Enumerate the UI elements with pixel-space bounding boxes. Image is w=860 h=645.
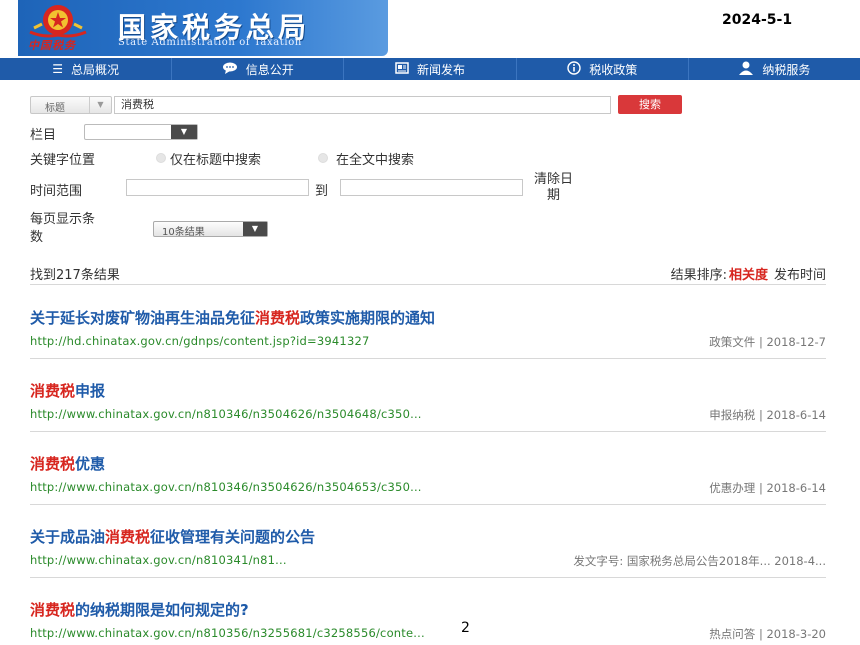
result-title-highlight: 消费税 [30, 601, 76, 619]
chat-icon [222, 62, 238, 77]
result-meta: 优惠办理 | 2018-6-14 [709, 481, 826, 495]
column-select[interactable]: ▼ [84, 124, 198, 140]
search-result: 关于延长对废矿物油再生油品免征消费税政策实施期限的通知 http://hd.ch… [30, 307, 826, 349]
result-title-highlight: 消费税 [30, 455, 76, 473]
result-url[interactable]: http://www.chinatax.gov.cn/n810346/n3504… [30, 480, 422, 494]
end-date-input[interactable] [340, 179, 523, 196]
search-bar: 标题 ▼ 消费税 搜索 [30, 95, 685, 115]
result-title-post: 征收管理有关问题的公告 [150, 528, 316, 546]
radio-fulltext-label: 在全文中搜索 [336, 153, 415, 168]
divider [30, 431, 826, 432]
divider [30, 504, 826, 505]
result-title-post: 的纳税期限是如何规定的? [75, 601, 249, 619]
search-result: 消费税申报 http://www.chinatax.gov.cn/n810346… [30, 380, 826, 422]
result-title-highlight: 消费税 [105, 528, 151, 546]
nav-item-label: 总局概况 [70, 62, 119, 77]
to-label: 到 [315, 184, 329, 199]
result-url[interactable]: http://www.chinatax.gov.cn/n810341/n81..… [30, 553, 287, 567]
result-title-link[interactable]: 消费税的纳税期限是如何规定的? [30, 599, 826, 620]
menu-icon: ☰ [52, 62, 63, 76]
date-label: 2024-5-1 [722, 12, 793, 28]
main-nav: ☰ 总局概况 信息公开 新闻发布 税收政策 纳税服务 [0, 58, 860, 80]
radio-title-only[interactable] [156, 153, 166, 163]
info-icon [567, 60, 581, 78]
document-icon [395, 61, 409, 77]
sort-date-link[interactable]: 发布时间 [774, 268, 826, 283]
result-title-post: 政策实施期限的通知 [300, 309, 436, 327]
search-input[interactable]: 消费税 [114, 96, 611, 114]
sort-label: 结果排序: [670, 268, 727, 283]
clear-date-button[interactable]: 清除日 期 [534, 172, 573, 204]
keyword-position-label: 关键字位置 [30, 153, 96, 168]
result-title-link[interactable]: 关于延长对废矿物油再生油品免征消费税政策实施期限的通知 [30, 307, 826, 328]
result-count: 找到217条结果 [30, 268, 120, 283]
brand-mark: 中国税务 [28, 39, 76, 52]
result-url[interactable]: http://hd.chinatax.gov.cn/gdnps/content.… [30, 334, 370, 348]
search-scope-value: 标题 [45, 103, 65, 114]
sort-relevance-link[interactable]: 相关度 [729, 268, 768, 283]
national-emblem-icon [29, 5, 87, 38]
divider [30, 358, 826, 359]
search-button[interactable]: 搜索 [618, 95, 682, 114]
chevron-down-icon: ▼ [171, 125, 197, 139]
per-page-label: 每页显示条 数 [30, 211, 95, 247]
nav-item-overview[interactable]: ☰ 总局概况 [0, 58, 173, 80]
site-subtitle: State Administration of Taxation [118, 37, 302, 48]
result-meta: 发文字号: 国家税务总局公告2018年... 2018-4... [573, 554, 826, 568]
result-title-link[interactable]: 关于成品油消费税征收管理有关问题的公告 [30, 526, 826, 547]
page-number: 2 [461, 620, 470, 636]
result-meta: 政策文件 | 2018-12-7 [709, 335, 826, 349]
result-title-link[interactable]: 消费税申报 [30, 380, 826, 401]
radio-fulltext[interactable] [318, 153, 328, 163]
chevron-down-icon: ▼ [89, 97, 111, 113]
nav-item-tax-policy[interactable]: 税收政策 [517, 58, 689, 80]
result-title-link[interactable]: 消费税优惠 [30, 453, 826, 474]
result-title-post: 申报 [75, 382, 106, 400]
header-banner: 中国税务 国家税务总局 State Administration of Taxa… [0, 0, 860, 58]
search-result: 关于成品油消费税征收管理有关问题的公告 http://www.chinatax.… [30, 526, 826, 568]
nav-item-label: 纳税服务 [762, 62, 811, 77]
search-result: 消费税优惠 http://www.chinatax.gov.cn/n810346… [30, 453, 826, 495]
nav-item-news[interactable]: 新闻发布 [344, 58, 517, 80]
nav-item-label: 信息公开 [245, 62, 294, 77]
per-page-label-line1: 每页显示条 [30, 212, 96, 227]
per-page-value: 10条结果 [162, 227, 205, 238]
result-title-pre: 关于成品油 [30, 528, 106, 546]
search-scope-select[interactable]: 标题 ▼ [30, 96, 112, 114]
search-result: 消费税的纳税期限是如何规定的? http://www.chinatax.gov.… [30, 599, 826, 641]
clear-date-line2: 期 [547, 188, 561, 203]
result-title-pre: 关于延长对废矿物油再生油品免征 [30, 309, 256, 327]
time-range-label: 时间范围 [30, 184, 83, 199]
person-icon [738, 61, 754, 78]
divider [30, 284, 826, 285]
divider [30, 577, 826, 578]
clear-date-line1: 清除日 [534, 172, 574, 187]
result-title-highlight: 消费税 [255, 309, 301, 327]
column-label: 栏目 [30, 128, 57, 143]
result-title-post: 优惠 [75, 455, 106, 473]
result-meta: 申报纳税 | 2018-6-14 [709, 408, 826, 422]
result-url[interactable]: http://www.chinatax.gov.cn/n810346/n3504… [30, 407, 422, 421]
nav-item-label: 新闻发布 [417, 62, 466, 77]
result-title-highlight: 消费税 [30, 382, 76, 400]
result-meta: 热点问答 | 2018-3-20 [709, 627, 826, 641]
nav-item-info-disclosure[interactable]: 信息公开 [172, 58, 345, 80]
nav-item-label: 税收政策 [589, 62, 638, 77]
result-url[interactable]: http://www.chinatax.gov.cn/n810356/n3255… [30, 626, 425, 640]
radio-title-only-label: 仅在标题中搜索 [170, 153, 262, 168]
chevron-down-icon: ▼ [243, 222, 267, 236]
start-date-input[interactable] [126, 179, 309, 196]
sort-options: 结果排序: 相关度 发布时间 [671, 264, 826, 283]
per-page-select[interactable]: 10条结果 ▼ [153, 221, 268, 238]
per-page-label-line2: 数 [30, 230, 44, 245]
nav-item-taxpayer-service[interactable]: 纳税服务 [689, 58, 860, 80]
